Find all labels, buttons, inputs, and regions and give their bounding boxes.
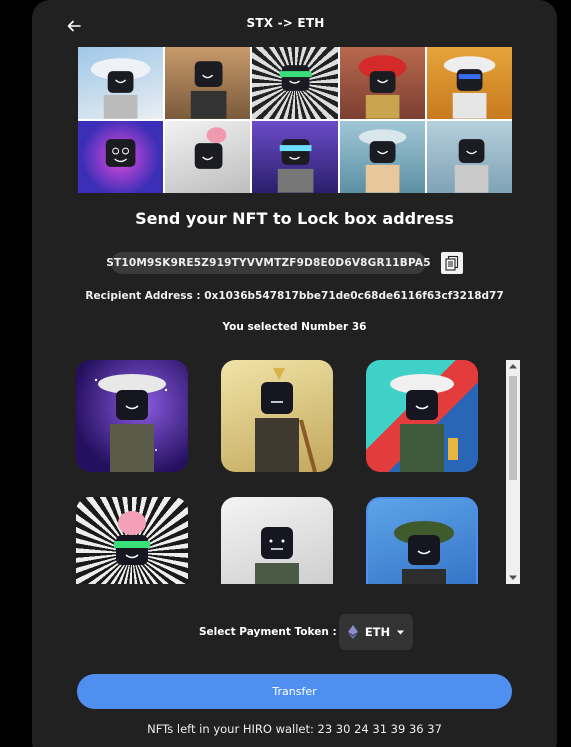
nft-grid — [76, 360, 506, 584]
nft-card[interactable] — [76, 360, 188, 472]
banner-tile — [426, 47, 512, 119]
nft-card[interactable] — [366, 497, 478, 584]
selected-number: You selected Number 36 — [222, 321, 367, 333]
copy-icon — [445, 255, 459, 271]
nft-card[interactable] — [76, 497, 188, 584]
page-title: STX -> ETH — [246, 16, 325, 30]
payment-token-label: Select Payment Token : — [199, 626, 337, 638]
selected-token: ETH — [364, 625, 391, 639]
scroll-up-icon[interactable] — [506, 360, 520, 372]
section-heading: Send your NFT to Lock box address — [135, 209, 454, 228]
nft-grid-scrollbar[interactable] — [506, 360, 520, 584]
banner-tile — [78, 47, 164, 119]
banner-tile — [165, 47, 251, 119]
transfer-button[interactable]: Transfer — [77, 674, 512, 709]
banner-tile — [165, 121, 251, 193]
wallet-nfts-left: NFTs left in your HIRO wallet: 23 30 24 … — [147, 722, 442, 736]
ethereum-icon — [347, 625, 358, 639]
copy-button[interactable] — [441, 252, 463, 274]
payment-token-select[interactable]: ETH — [339, 614, 413, 650]
lockbox-address: ST10M9SK9RE5Z919TYVVMTZF9D8E0D6V8GR11BPA… — [106, 252, 431, 274]
nft-card[interactable] — [221, 497, 333, 584]
caret-down-icon — [397, 630, 405, 634]
scroll-down-icon[interactable] — [506, 572, 520, 584]
banner-tile — [252, 121, 338, 193]
nft-card[interactable] — [221, 360, 333, 472]
banner-tile — [252, 47, 338, 119]
nft-banner — [78, 47, 512, 193]
banner-tile — [339, 47, 425, 119]
nft-card[interactable] — [366, 360, 478, 472]
recipient-address: Recipient Address : 0x1036b547817bbe71de… — [85, 290, 504, 302]
banner-tile — [339, 121, 425, 193]
banner-tile — [78, 121, 164, 193]
banner-tile — [426, 121, 512, 193]
scrollbar-thumb[interactable] — [509, 376, 517, 480]
